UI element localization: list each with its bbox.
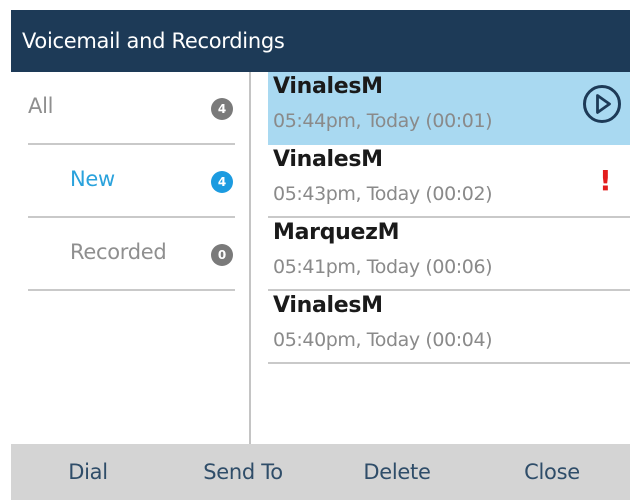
message-caller: MarquezM [273, 220, 400, 245]
message-timestamp: 05:40pm, Today (00:04) [273, 329, 493, 351]
message-caller: VinalesM [273, 74, 383, 99]
folder-new-count-badge: 4 [211, 171, 233, 193]
softkey-bar: Dial Send To Delete Close [11, 444, 630, 500]
folder-sidebar: All 4 New 4 Recorded 0 [11, 72, 249, 444]
voicemail-screen: Voicemail and Recordings All 4 New 4 Rec… [11, 10, 630, 500]
message-row[interactable]: VinalesM 05:43pm, Today (00:02) ! [268, 145, 630, 218]
message-list: VinalesM 05:44pm, Today (00:01) VinalesM… [251, 72, 630, 444]
folder-recorded-count-badge: 0 [211, 244, 233, 266]
message-timestamp: 05:43pm, Today (00:02) [273, 183, 493, 205]
message-timestamp: 05:41pm, Today (00:06) [273, 256, 493, 278]
screen-title: Voicemail and Recordings [11, 10, 630, 72]
urgent-icon: ! [599, 164, 612, 197]
folder-all[interactable]: All 4 [28, 72, 235, 145]
folder-recorded[interactable]: Recorded 0 [28, 218, 235, 291]
message-row[interactable]: VinalesM 05:44pm, Today (00:01) [268, 72, 630, 145]
message-caller: VinalesM [273, 147, 383, 172]
folder-all-label: All [28, 94, 54, 118]
folder-new-label: New [70, 167, 115, 191]
delete-softkey[interactable]: Delete [320, 444, 474, 500]
send-to-softkey[interactable]: Send To [166, 444, 320, 500]
dial-softkey[interactable]: Dial [11, 444, 165, 500]
folder-new[interactable]: New 4 [28, 145, 235, 218]
message-row[interactable]: VinalesM 05:40pm, Today (00:04) [268, 291, 630, 364]
message-caller: VinalesM [273, 293, 383, 318]
folder-recorded-label: Recorded [70, 240, 167, 264]
message-timestamp: 05:44pm, Today (00:01) [273, 110, 493, 132]
play-icon[interactable] [582, 84, 622, 124]
folder-all-count-badge: 4 [211, 98, 233, 120]
message-row[interactable]: MarquezM 05:41pm, Today (00:06) [268, 218, 630, 291]
close-softkey[interactable]: Close [475, 444, 629, 500]
